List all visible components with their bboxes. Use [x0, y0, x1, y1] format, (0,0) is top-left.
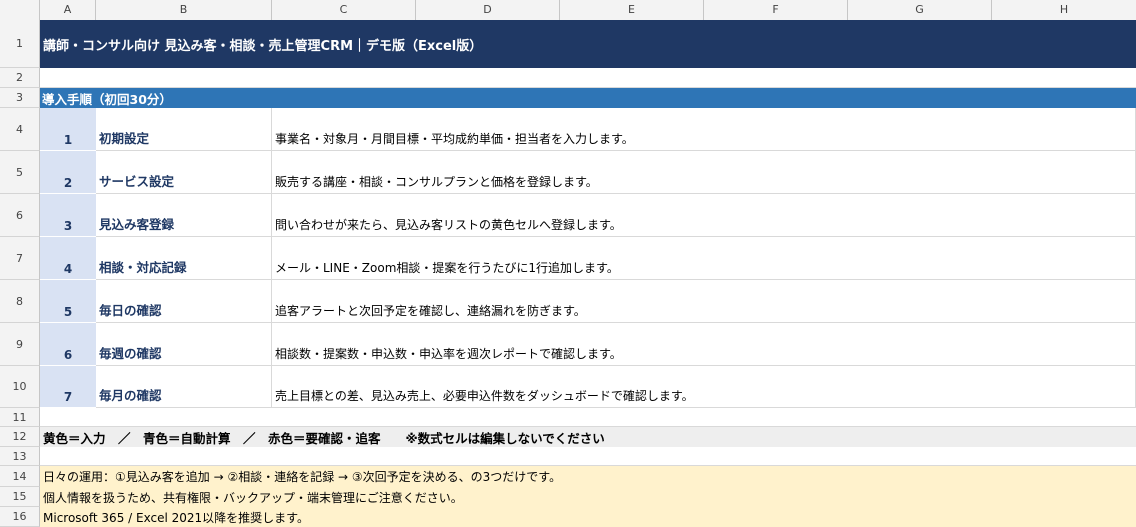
section-heading[interactable]: 導入手順（初回30分）	[40, 88, 1136, 108]
step-description-cell[interactable]: メール・LINE・Zoom相談・提案を行うたびに1行追加します。	[272, 237, 1136, 280]
step-number-cell[interactable]: 3	[40, 194, 96, 237]
column-header-e[interactable]: E	[560, 0, 704, 20]
row-header-11[interactable]: 11	[0, 408, 40, 427]
step-title-cell[interactable]: 毎日の確認	[96, 280, 272, 323]
step-title-cell[interactable]: 毎週の確認	[96, 323, 272, 366]
row-header-14[interactable]: 14	[0, 466, 40, 487]
step-number-cell[interactable]: 7	[40, 366, 96, 408]
step-title-cell[interactable]: 初期設定	[96, 108, 272, 151]
column-header-c[interactable]: C	[272, 0, 416, 20]
column-header-b[interactable]: B	[96, 0, 272, 20]
step-number-cell[interactable]: 1	[40, 108, 96, 151]
step-description-cell[interactable]: 事業名・対象月・月間目標・平均成約単価・担当者を入力します。	[272, 108, 1136, 151]
step-title-cell[interactable]: サービス設定	[96, 151, 272, 194]
column-header-a[interactable]: A	[40, 0, 96, 20]
sheet-title[interactable]: 講師・コンサル向け 見込み客・相談・売上管理CRM｜デモ版（Excel版）	[40, 20, 1136, 68]
step-number-cell[interactable]: 2	[40, 151, 96, 194]
row-header-6[interactable]: 6	[0, 194, 40, 237]
row-header-5[interactable]: 5	[0, 151, 40, 194]
column-header-h[interactable]: H	[992, 0, 1136, 20]
step-description-cell[interactable]: 販売する講座・相談・コンサルプランと価格を登録します。	[272, 151, 1136, 194]
row-header-13[interactable]: 13	[0, 447, 40, 466]
color-legend[interactable]: 黄色＝入力 ／ 青色＝自動計算 ／ 赤色＝要確認・追客 ※数式セルは編集しないで…	[40, 427, 1136, 447]
usage-note[interactable]: 日々の運用：①見込み客を追加 → ②相談・連絡を記録 → ③次回予定を決める、の…	[40, 466, 1136, 487]
row-header-4[interactable]: 4	[0, 108, 40, 151]
step-number-cell[interactable]: 4	[40, 237, 96, 280]
row-header-10[interactable]: 10	[0, 366, 40, 408]
column-header-d[interactable]: D	[416, 0, 560, 20]
requirements-note[interactable]: Microsoft 365 / Excel 2021以降を推奨します。	[40, 507, 1136, 527]
step-description-cell[interactable]: 追客アラートと次回予定を確認し、連絡漏れを防ぎます。	[272, 280, 1136, 323]
step-description-cell[interactable]: 相談数・提案数・申込数・申込率を週次レポートで確認します。	[272, 323, 1136, 366]
row-header-9[interactable]: 9	[0, 323, 40, 366]
step-description-cell[interactable]: 売上目標との差、見込み売上、必要申込件数をダッシュボードで確認します。	[272, 366, 1136, 408]
row-header-7[interactable]: 7	[0, 237, 40, 280]
column-header-f[interactable]: F	[704, 0, 848, 20]
row-header-1[interactable]: 1	[0, 20, 40, 68]
step-title-cell[interactable]: 毎月の確認	[96, 366, 272, 408]
column-header-g[interactable]: G	[848, 0, 992, 20]
row-header-16[interactable]: 16	[0, 507, 40, 527]
step-title-cell[interactable]: 相談・対応記録	[96, 237, 272, 280]
row-header-8[interactable]: 8	[0, 280, 40, 323]
row-header-2[interactable]: 2	[0, 68, 40, 88]
select-all-corner[interactable]	[0, 0, 40, 20]
row-header-3[interactable]: 3	[0, 88, 40, 108]
row-header-15[interactable]: 15	[0, 487, 40, 507]
row-header-12[interactable]: 12	[0, 427, 40, 447]
step-number-cell[interactable]: 5	[40, 280, 96, 323]
privacy-note[interactable]: 個人情報を扱うため、共有権限・バックアップ・端末管理にご注意ください。	[40, 487, 1136, 507]
step-description-cell[interactable]: 問い合わせが来たら、見込み客リストの黄色セルへ登録します。	[272, 194, 1136, 237]
step-title-cell[interactable]: 見込み客登録	[96, 194, 272, 237]
step-number-cell[interactable]: 6	[40, 323, 96, 366]
